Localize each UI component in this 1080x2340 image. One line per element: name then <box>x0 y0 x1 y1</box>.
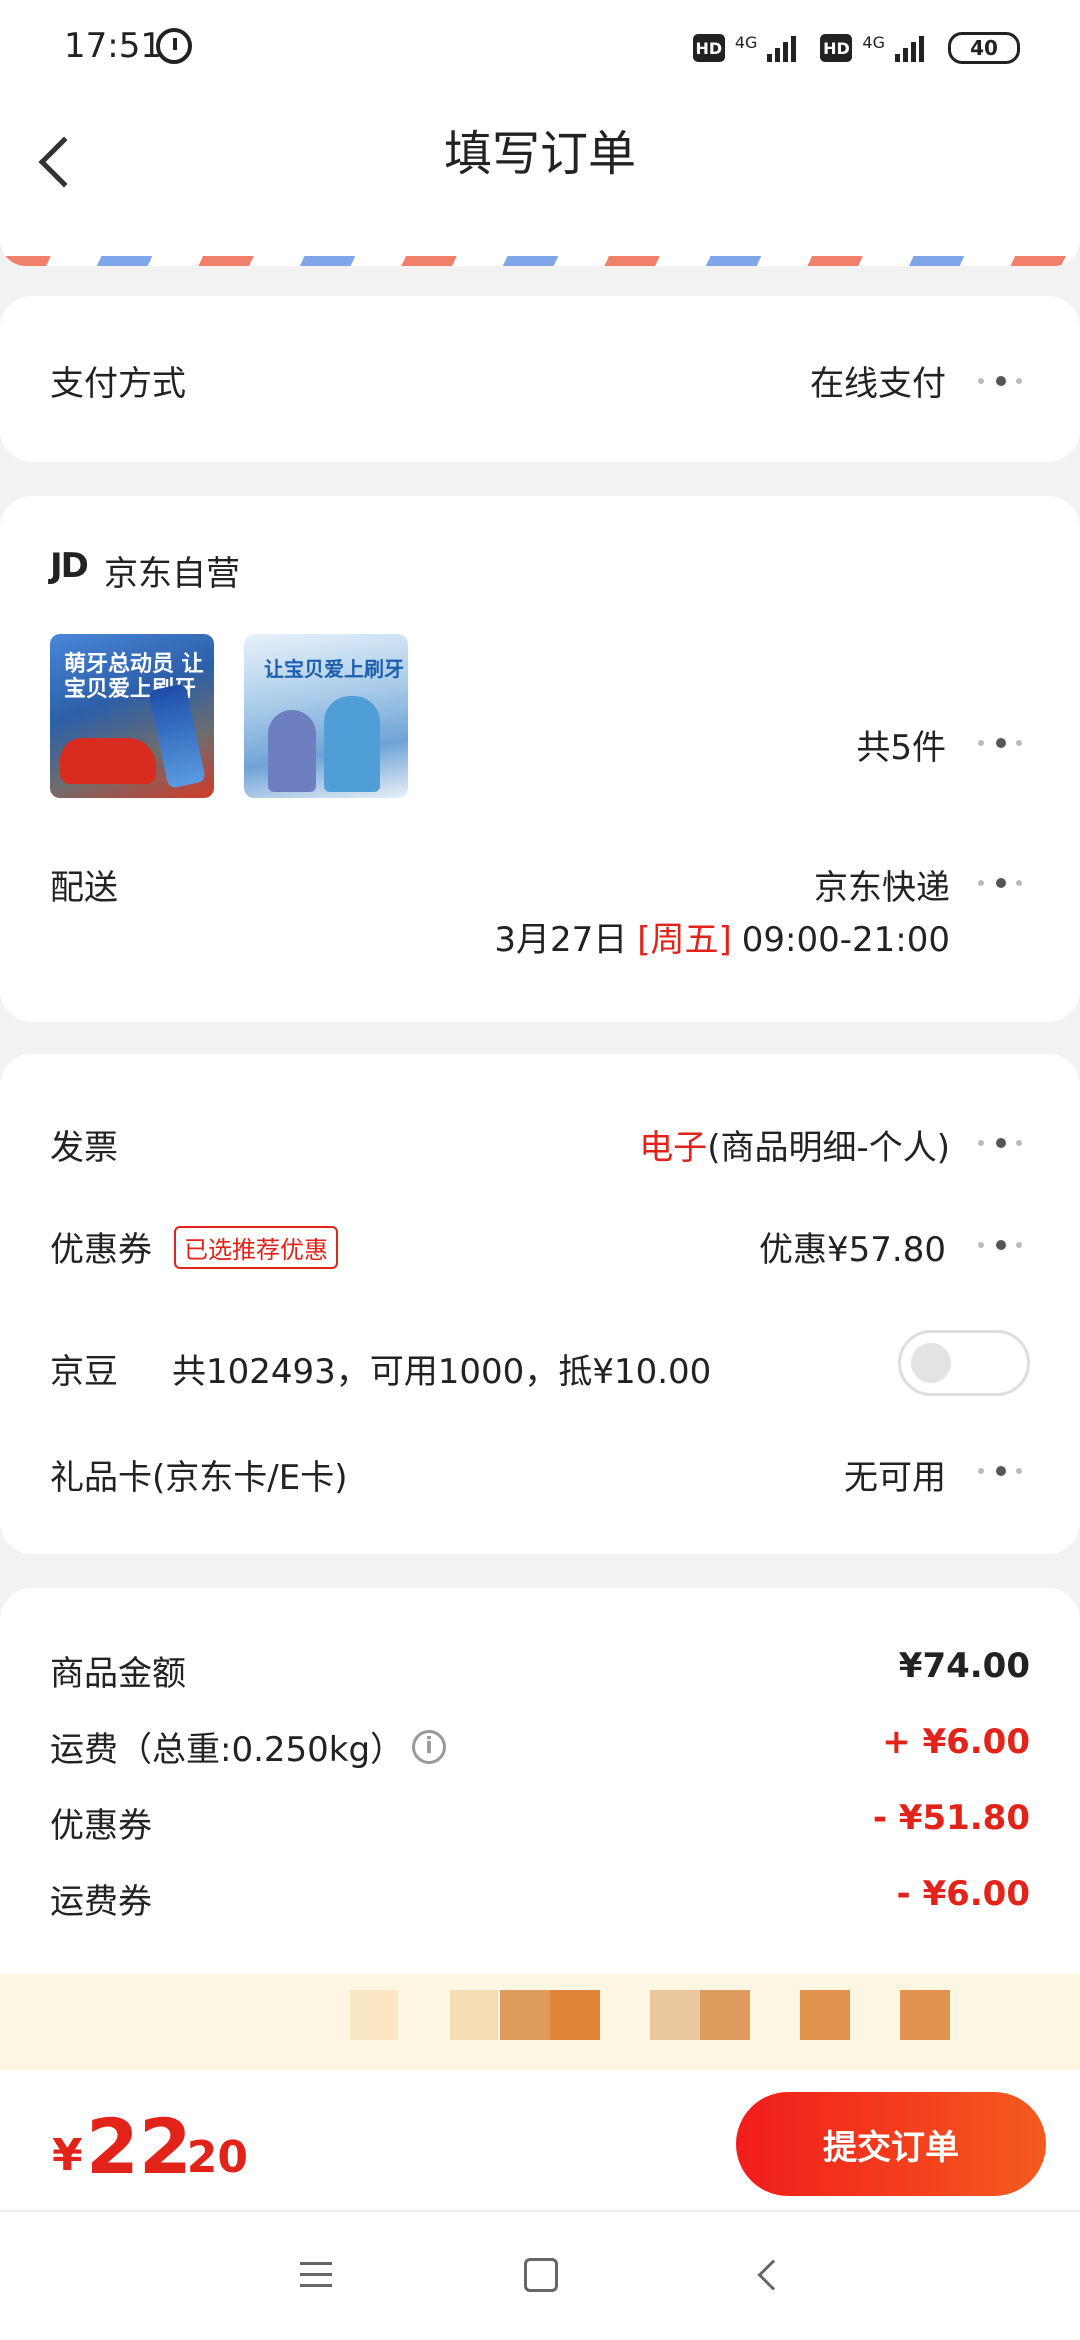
status-bar: 17:51 HD 4G HD 4G 40 <box>0 0 1080 96</box>
coupon-value[interactable]: 优惠¥57.80 <box>759 1222 946 1271</box>
invoice-label: 发票 <box>50 1128 118 1168</box>
summary-coupon-label: 优惠券 <box>50 1806 152 1846</box>
delivery-time-row[interactable]: 3月27日 [周五] 09:00-21:00 <box>494 912 950 961</box>
payment-value: 在线支付 <box>810 364 946 404</box>
submit-order-button[interactable]: 提交订单 <box>736 2092 1046 2196</box>
banner-block <box>450 1990 498 2040</box>
more-dots-icon[interactable] <box>978 374 1028 388</box>
summary-card: 商品金额 ¥74.00 运费（总重:0.250kg） i + ¥6.00 优惠券… <box>0 1588 1080 2008</box>
coupon-label: 优惠券 <box>50 1230 152 1270</box>
character-graphic-1 <box>268 710 316 792</box>
item-count[interactable]: 共5件 <box>856 720 946 769</box>
freight-coupon-label: 运费券 <box>50 1882 152 1922</box>
summary-coupon-value: - ¥51.80 <box>872 1798 1030 1838</box>
delivery-method[interactable]: 京东快递 <box>814 860 950 909</box>
freight-label: 运费（总重:0.250kg） <box>50 1730 405 1770</box>
freight-coupon-value: - ¥6.00 <box>896 1874 1031 1914</box>
character-graphic-2 <box>324 696 380 792</box>
network-label-2: 4G <box>862 32 885 52</box>
status-time: 17:51 <box>64 26 162 66</box>
home-icon[interactable] <box>524 2258 558 2292</box>
signal-icon-1 <box>767 34 797 62</box>
system-nav-bar <box>0 2210 1080 2340</box>
more-dots-icon[interactable] <box>978 1464 1028 1478</box>
total-price-decimal: .20 <box>170 2132 248 2183</box>
alarm-icon <box>156 28 192 64</box>
product-thumbnail-2[interactable]: 让宝贝爱上刷牙 <box>244 634 408 798</box>
payment-card[interactable]: 支付方式 在线支付 <box>0 296 1080 462</box>
shop-card: JD 京东自营 萌牙总动员 让宝贝爱上刷牙 让宝贝爱上刷牙 共5件 配送 京东快… <box>0 496 1080 1022</box>
total-currency: ¥ <box>52 2130 83 2181</box>
more-dots-icon[interactable] <box>978 1136 1028 1150</box>
product-thumbnail-1-text: 萌牙总动员 让宝贝爱上刷牙 <box>64 652 204 703</box>
signal-icon-2 <box>895 34 924 62</box>
jd-logo: JD <box>50 546 89 586</box>
airmail-stripe <box>0 256 1080 266</box>
car-graphic <box>60 738 156 784</box>
invoice-type: 电子 <box>639 1128 708 1168</box>
banner-block <box>700 1990 750 2040</box>
invoice-value[interactable]: 电子 (商品明细-个人) <box>639 1120 950 1169</box>
more-dots-icon[interactable] <box>978 736 1028 750</box>
delivery-weekday: [周五] <box>637 920 732 960</box>
menu-icon[interactable] <box>300 2262 332 2288</box>
more-dots-icon[interactable] <box>978 1238 1028 1252</box>
page-title: 填写订单 <box>443 126 636 182</box>
header: 填写订单 <box>0 96 1080 236</box>
banner-block <box>500 1990 550 2040</box>
banner-block <box>350 1990 398 2040</box>
more-dots-icon[interactable] <box>978 876 1028 890</box>
bottom-bar: ¥ 22 .20 提交订单 <box>0 2070 1080 2210</box>
giftcard-label: 礼品卡(京东卡/E卡) <box>50 1458 348 1498</box>
address-card[interactable] <box>0 236 1080 266</box>
giftcard-value[interactable]: 无可用 <box>844 1450 946 1499</box>
status-icons: HD 4G HD 4G 40 <box>692 30 1020 66</box>
invoice-detail: (商品明细-个人) <box>707 1128 950 1168</box>
goods-amount-value: ¥74.00 <box>898 1646 1030 1686</box>
jingdou-toggle[interactable] <box>898 1330 1030 1396</box>
banner-block <box>800 1990 850 2040</box>
network-label-1: 4G <box>734 32 758 52</box>
promo-banner[interactable] <box>0 1974 1080 2070</box>
benefits-card: 发票 电子 (商品明细-个人) 优惠券 已选推荐优惠 优惠¥57.80 京豆 共… <box>0 1054 1080 1554</box>
coupon-recommend-tag: 已选推荐优惠 <box>174 1226 338 1269</box>
jingdou-info: 共102493，可用1000，抵¥10.00 <box>172 1352 712 1392</box>
hd-badge-1: HD <box>692 34 725 62</box>
jingdou-label: 京豆 <box>50 1352 118 1392</box>
banner-block <box>900 1990 950 2040</box>
freight-value: + ¥6.00 <box>882 1722 1030 1762</box>
goods-amount-label: 商品金额 <box>50 1654 186 1694</box>
back-icon[interactable] <box>757 2259 789 2291</box>
product-thumbnail-1[interactable]: 萌牙总动员 让宝贝爱上刷牙 <box>50 634 214 798</box>
hd-badge-2: HD <box>820 34 853 62</box>
payment-label: 支付方式 <box>50 364 186 404</box>
shop-name: 京东自营 <box>104 554 240 594</box>
info-icon[interactable]: i <box>412 1730 446 1764</box>
toggle-knob <box>911 1343 951 1383</box>
banner-block <box>550 1990 600 2040</box>
delivery-time: 09:00-21:00 <box>741 920 950 960</box>
battery-icon: 40 <box>948 32 1020 64</box>
delivery-label: 配送 <box>50 868 118 908</box>
banner-block <box>650 1990 700 2040</box>
product-thumbnail-2-text: 让宝贝爱上刷牙 <box>264 657 404 681</box>
delivery-date: 3月27日 <box>494 920 628 960</box>
